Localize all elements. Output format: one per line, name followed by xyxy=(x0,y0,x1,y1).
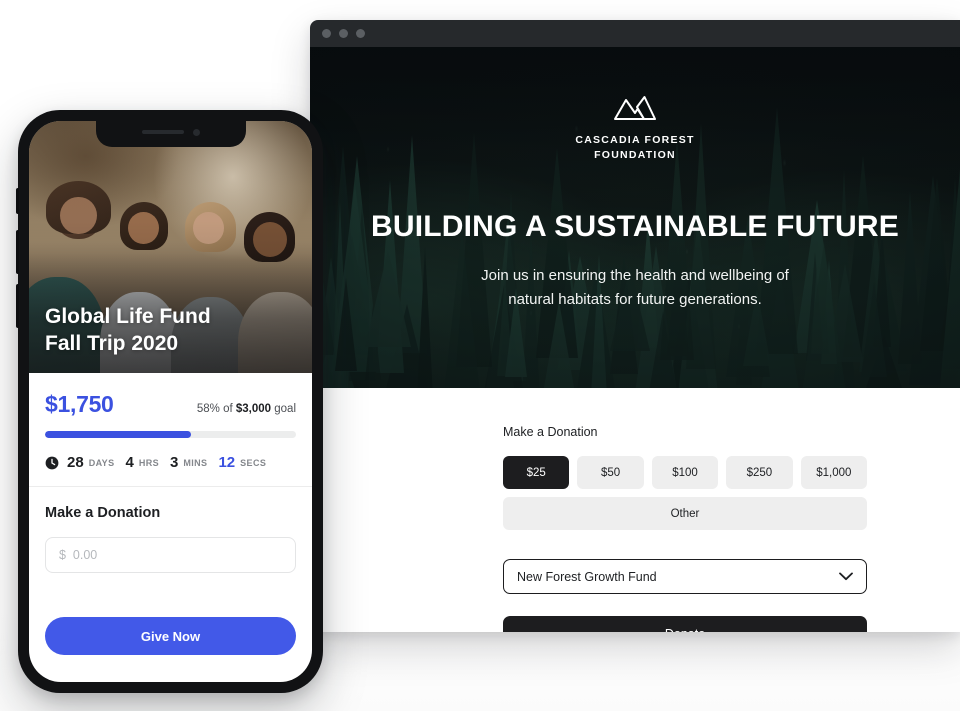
donation-panel: Make a Donation $25 $50 $100 $250 $1,000… xyxy=(310,388,960,632)
countdown-days-value: 28 xyxy=(67,454,84,471)
countdown-hours-unit: HRS xyxy=(138,457,160,468)
hero-section: CASCADIA FOREST FOUNDATION BUILDING A SU… xyxy=(310,47,960,388)
mountain-range-icon xyxy=(614,96,656,120)
amount-option-250[interactable]: $250 xyxy=(726,456,793,489)
phone-volume-down-button[interactable] xyxy=(16,284,19,328)
amount-option-25[interactable]: $25 xyxy=(503,456,570,489)
phone-donation-form: Make a Donation xyxy=(29,487,312,573)
goal-suffix: goal xyxy=(271,403,296,415)
window-zoom-button[interactable] xyxy=(356,29,365,38)
hero-headline: BUILDING A SUSTAINABLE FUTURE xyxy=(370,209,899,243)
phone-volume-up-button[interactable] xyxy=(16,230,19,274)
phone-front-camera xyxy=(192,128,200,136)
phone-mute-switch[interactable] xyxy=(16,188,19,214)
countdown-secs-value: 12 xyxy=(218,454,236,471)
phone-speaker xyxy=(141,130,184,134)
fund-select[interactable]: New Forest Growth Fund xyxy=(503,559,867,594)
countdown-mins-unit: MINS xyxy=(183,457,208,468)
window-close-button[interactable] xyxy=(322,29,331,38)
give-now-button[interactable]: Give Now xyxy=(45,617,296,655)
campaign-stats: $1,750 58% of $3,000 goal 28 DAYS 4 HRS … xyxy=(29,373,312,487)
amount-option-50[interactable]: $50 xyxy=(577,456,644,489)
brand-line-1: CASCADIA FOREST xyxy=(575,134,695,146)
hero-subheadline: Join us in ensuring the health and wellb… xyxy=(310,264,960,313)
screenshot-stage: CASCADIA FOREST FOUNDATION BUILDING A SU… xyxy=(0,0,960,711)
campaign-title-line-2: Fall Trip 2020 xyxy=(45,331,179,355)
goal-amount: $3,000 xyxy=(235,403,272,415)
phone-donation-heading: Make a Donation xyxy=(45,505,161,521)
progress-bar-fill xyxy=(45,431,191,438)
amount-option-other[interactable]: Other xyxy=(503,497,867,530)
brand-name: CASCADIA FOREST FOUNDATION xyxy=(310,133,960,163)
countdown-hours-value: 4 xyxy=(125,454,134,471)
donate-button[interactable]: Donate xyxy=(503,616,867,632)
donation-amount-input[interactable] xyxy=(45,537,296,573)
countdown-secs-unit: SECS xyxy=(240,457,267,468)
amount-option-1000[interactable]: $1,000 xyxy=(800,456,868,489)
hero-subheadline-line-1: Join us in ensuring the health and wellb… xyxy=(481,266,789,284)
amount-options-row: $25 $50 $100 $250 $1,000 xyxy=(503,456,868,489)
goal-text: 58% of $3,000 goal xyxy=(197,403,296,415)
countdown-timer: 28 DAYS 4 HRS 3 MINS 12 SECS xyxy=(45,454,296,471)
goal-percent: 58% of xyxy=(196,403,236,415)
campaign-title: Global Life Fund Fall Trip 2020 xyxy=(45,304,211,357)
countdown-days-unit: DAYS xyxy=(88,457,115,468)
donation-heading: Make a Donation xyxy=(503,425,598,439)
browser-titlebar xyxy=(310,20,960,47)
phone-screen: Global Life Fund Fall Trip 2020 $1,750 5… xyxy=(29,121,312,682)
campaign-title-line-1: Global Life Fund xyxy=(45,305,211,329)
hero-content: CASCADIA FOREST FOUNDATION BUILDING A SU… xyxy=(310,47,960,312)
brand-line-2: FOUNDATION xyxy=(594,148,676,161)
countdown-mins-value: 3 xyxy=(170,454,179,471)
clock-icon xyxy=(45,456,59,469)
phone-notch xyxy=(95,121,246,147)
browser-window: CASCADIA FOREST FOUNDATION BUILDING A SU… xyxy=(310,20,960,632)
fund-select-value: New Forest Growth Fund xyxy=(517,569,657,584)
window-minimize-button[interactable] xyxy=(339,29,348,38)
raised-amount: $1,750 xyxy=(45,391,114,417)
phone-mockup: Global Life Fund Fall Trip 2020 $1,750 5… xyxy=(16,110,323,693)
campaign-photo: Global Life Fund Fall Trip 2020 xyxy=(29,121,312,373)
hero-subheadline-line-2: natural habitats for future generations. xyxy=(508,291,762,309)
amount-option-100[interactable]: $100 xyxy=(651,456,719,489)
chevron-down-icon xyxy=(839,572,853,581)
progress-bar-track xyxy=(45,431,296,438)
raised-row: $1,750 58% of $3,000 goal xyxy=(45,391,296,418)
